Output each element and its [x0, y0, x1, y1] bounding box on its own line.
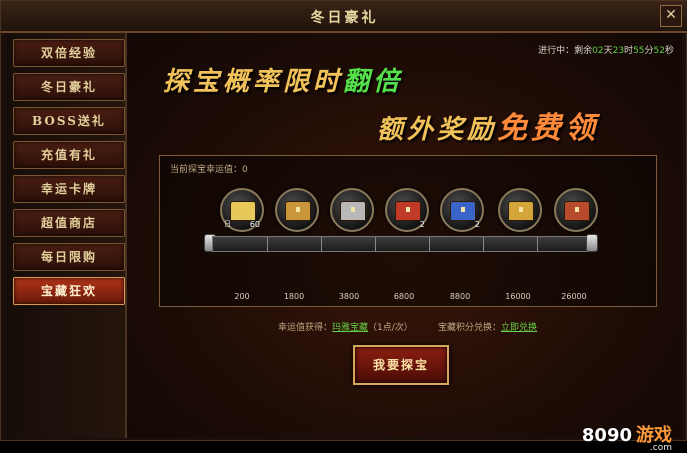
reward-slot-6[interactable]	[498, 188, 542, 232]
reward-slot-2[interactable]	[275, 188, 319, 232]
reward-slot-5[interactable]: 2	[440, 188, 484, 232]
milestone-label: 8800	[449, 292, 471, 301]
title-bar: 冬日豪礼 ✕	[1, 1, 687, 33]
sidebar-item-winter-gift[interactable]: 冬日豪礼	[13, 73, 125, 101]
red-chest-icon	[395, 201, 421, 221]
exchange-info: 宝藏积分兑换：立即兑换	[438, 323, 538, 333]
sidebar-item-value-shop[interactable]: 超值商店	[13, 209, 125, 237]
sidebar-item-lucky-cards[interactable]: 幸运卡牌	[13, 175, 125, 203]
event-window: 冬日豪礼 ✕ 双倍经验 冬日豪礼 BOSS送礼 充值有礼 幸运卡牌 超值商店 每…	[0, 0, 687, 453]
milestone-label: 16000	[505, 292, 531, 301]
progress-bar-right-cap	[586, 234, 598, 252]
reward-slot-7[interactable]	[554, 188, 598, 232]
milestone-label: 26000	[561, 292, 587, 301]
countdown-timer: 进行中：剩余02天23时55分52秒	[538, 46, 674, 56]
site-watermark-logo: 8090 游戏 .com	[581, 425, 672, 453]
exchange-now-link[interactable]: 立即兑换	[501, 323, 537, 333]
sidebar: 双倍经验 冬日豪礼 BOSS送礼 充值有礼 幸运卡牌 超值商店 每日限购 宝藏狂…	[7, 33, 127, 438]
reward-slot-4[interactable]: 2	[385, 188, 429, 232]
gold-ingot-icon	[230, 201, 256, 221]
close-button[interactable]: ✕	[660, 5, 682, 27]
banner-line-1: 探宝概率限时翻倍	[163, 67, 404, 97]
gold-chest-icon	[285, 201, 311, 221]
red-gold-chest-icon	[564, 201, 590, 221]
milestone-label: 3800	[338, 292, 360, 301]
milestone-label: 1800	[283, 292, 305, 301]
main-panel: 进行中：剩余02天23时55分52秒 探宝概率限时翻倍 额外奖励免费领 当前探宝…	[127, 33, 682, 453]
luck-gain-info: 幸运值获得：玛雅宝藏（1点/次）	[278, 323, 413, 333]
reward-slot-1[interactable]: 日 60	[220, 188, 264, 232]
explore-treasure-button[interactable]: 我要探宝	[353, 345, 449, 385]
reward-slot-3[interactable]	[330, 188, 374, 232]
sidebar-item-daily-limit[interactable]: 每日限购	[13, 243, 125, 271]
maya-treasure-link[interactable]: 玛雅宝藏	[332, 323, 368, 333]
sidebar-item-boss-gift[interactable]: BOSS送礼	[13, 107, 125, 135]
silver-chest-icon	[340, 201, 366, 221]
sidebar-item-double-exp[interactable]: 双倍经验	[13, 39, 125, 67]
sidebar-item-recharge-gift[interactable]: 充值有礼	[13, 141, 125, 169]
luck-progress-bar	[212, 236, 592, 252]
milestone-label: 6800	[393, 292, 415, 301]
gold-chest-icon	[508, 201, 534, 221]
blue-chest-icon	[450, 201, 476, 221]
milestone-label: 200	[234, 292, 250, 301]
banner-line-2: 额外奖励免费领	[377, 111, 600, 146]
sidebar-item-treasure-carnival[interactable]: 宝藏狂欢	[13, 277, 125, 305]
window-title: 冬日豪礼	[310, 10, 379, 26]
luck-value-text: 当前探宝幸运值：0	[170, 165, 248, 175]
treasure-progress-box: 当前探宝幸运值：0 日 60 2 2 200 1800 3800 6800 88…	[159, 155, 657, 333]
